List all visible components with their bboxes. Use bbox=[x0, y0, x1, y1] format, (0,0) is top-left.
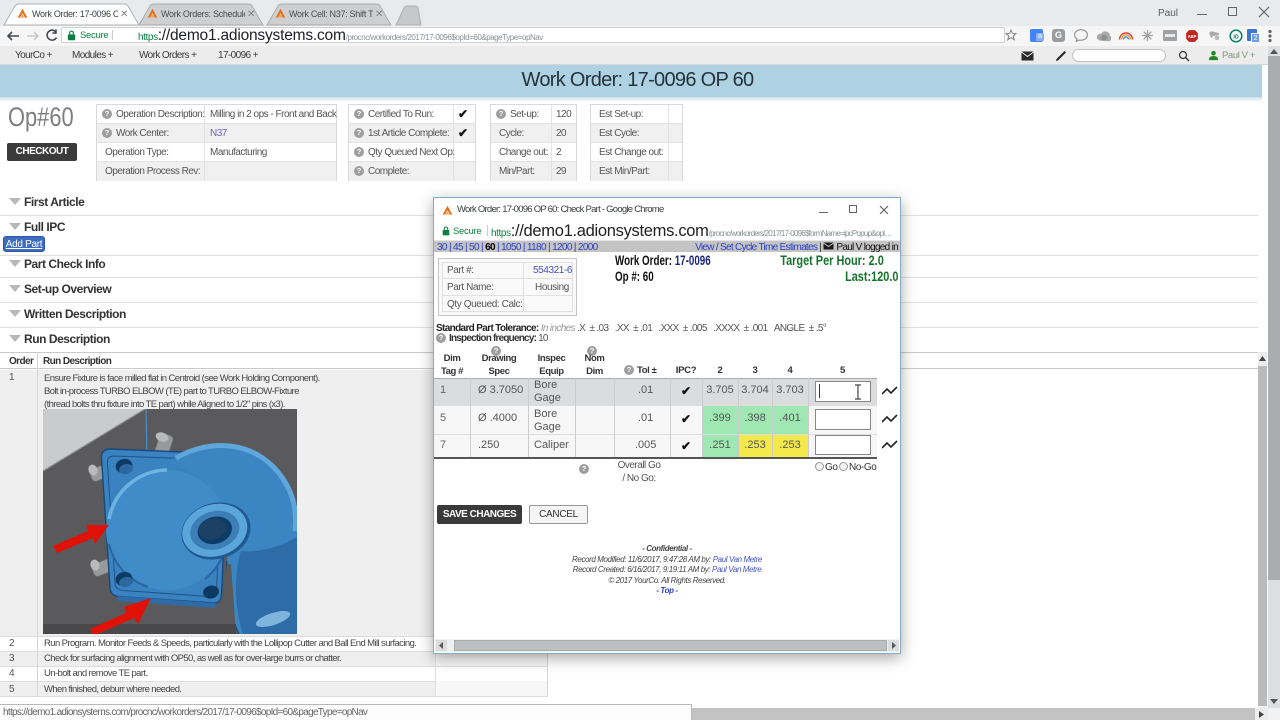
svg-text:ABP: ABP bbox=[1188, 34, 1197, 39]
svg-text:ID: ID bbox=[1233, 34, 1238, 40]
